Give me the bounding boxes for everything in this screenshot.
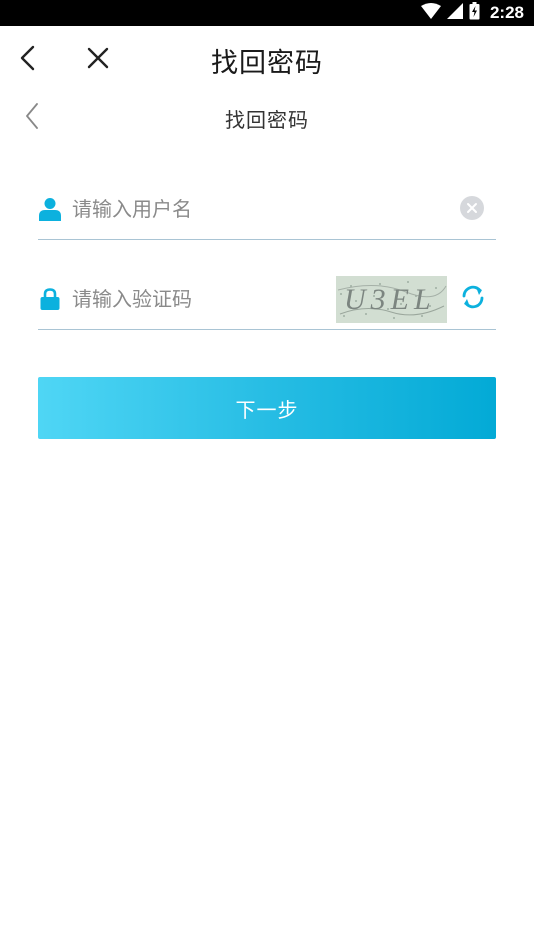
user-icon	[38, 196, 62, 222]
app-bar: 找回密码	[0, 26, 534, 94]
status-bar: 2:28	[0, 0, 534, 26]
status-time: 2:28	[489, 3, 524, 22]
clear-username-button[interactable]	[460, 196, 484, 220]
captcha-field-row: U3EL	[38, 270, 496, 330]
captcha-text: U3EL	[344, 283, 436, 316]
page-title: 找回密码	[211, 48, 323, 79]
cellular-signal-icon	[446, 3, 463, 23]
wifi-icon	[420, 3, 441, 23]
refresh-icon	[459, 283, 487, 315]
next-button[interactable]: 下一步	[38, 377, 496, 439]
status-icons: 2:28	[420, 0, 524, 26]
username-field-row	[38, 180, 496, 240]
sub-header: 找回密码	[0, 94, 534, 142]
battery-charging-icon	[469, 2, 480, 24]
username-input[interactable]	[72, 190, 452, 228]
captcha-input[interactable]	[72, 280, 322, 318]
refresh-captcha-button[interactable]	[458, 284, 488, 314]
clear-icon	[466, 199, 478, 218]
sub-header-title: 找回密码	[225, 108, 309, 132]
captcha-image[interactable]: U3EL	[336, 276, 447, 323]
lock-icon	[38, 286, 62, 312]
